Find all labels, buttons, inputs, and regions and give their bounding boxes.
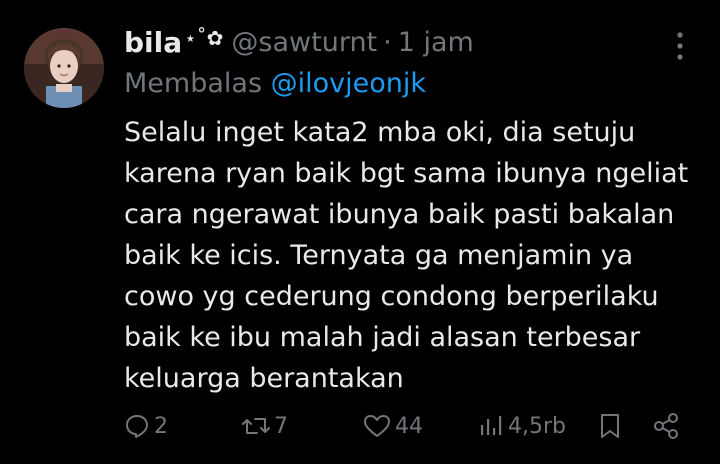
replying-to: Membalas @ilovjeonjk bbox=[124, 68, 426, 99]
view-count: 4,5rb bbox=[508, 413, 566, 439]
share-button[interactable] bbox=[652, 404, 680, 448]
user-handle[interactable]: @sawturnt bbox=[231, 27, 377, 58]
bookmark-button[interactable] bbox=[598, 404, 622, 448]
tweet[interactable]: bila ⋆˚✿ @sawturnt · 1 jam Membalas @ilo… bbox=[0, 0, 720, 464]
timestamp[interactable]: 1 jam bbox=[398, 27, 474, 58]
replying-prefix: Membalas bbox=[124, 68, 271, 99]
retweet-button[interactable]: 7 bbox=[242, 404, 288, 448]
tweet-text: Selalu inget kata2 mba oki, dia setuju k… bbox=[124, 117, 689, 394]
heart-icon bbox=[363, 413, 391, 439]
display-name[interactable]: bila bbox=[124, 26, 182, 59]
reply-button[interactable]: 2 bbox=[124, 404, 168, 448]
more-vertical-icon[interactable] bbox=[668, 30, 692, 62]
name-decoration: ⋆˚✿ bbox=[184, 26, 224, 50]
reply-count: 2 bbox=[154, 413, 168, 439]
like-button[interactable]: 44 bbox=[363, 404, 423, 448]
reply-mention-link[interactable]: @ilovjeonjk bbox=[271, 68, 426, 99]
like-count: 44 bbox=[395, 413, 423, 439]
avatar[interactable] bbox=[24, 28, 104, 108]
separator-dot: · bbox=[383, 26, 392, 58]
share-icon bbox=[652, 412, 680, 440]
tweet-header: bila ⋆˚✿ @sawturnt · 1 jam bbox=[124, 24, 474, 60]
bookmark-icon bbox=[598, 412, 622, 440]
speech-bubble-icon bbox=[124, 413, 150, 439]
bar-chart-icon bbox=[478, 413, 504, 439]
action-bar: 2 7 44 4,5rb bbox=[0, 404, 720, 448]
retweet-count: 7 bbox=[274, 413, 288, 439]
retweet-icon bbox=[242, 413, 270, 439]
views-button[interactable]: 4,5rb bbox=[478, 404, 566, 448]
